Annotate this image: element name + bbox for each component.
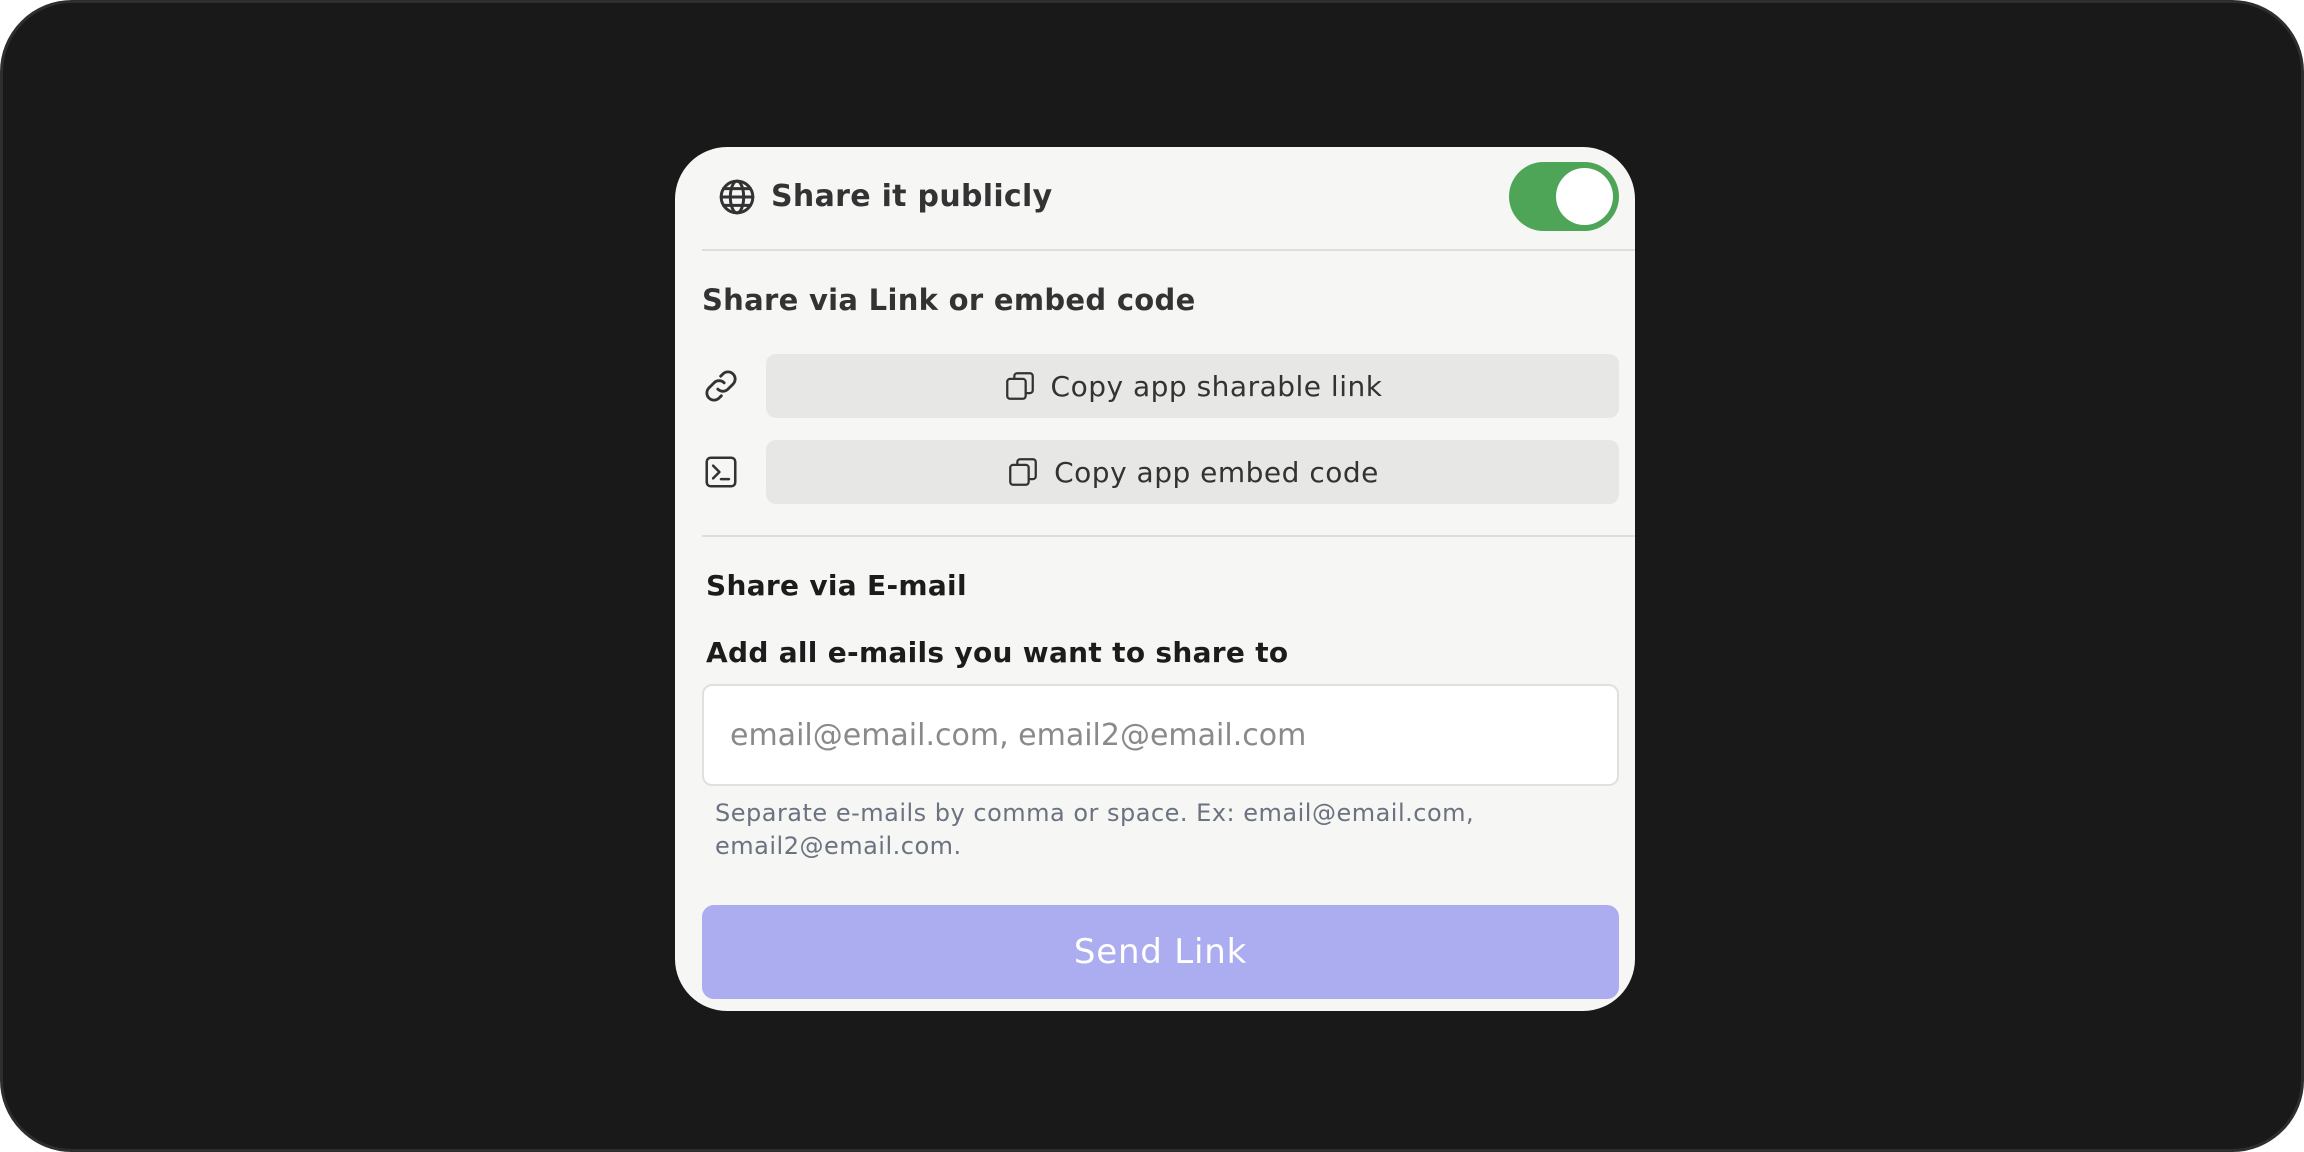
link-icon (705, 370, 737, 402)
share-publicly-label: Share it publicly (771, 179, 1053, 214)
terminal-icon (705, 456, 737, 488)
screen-frame: Share it publicly Share via Link or embe… (0, 0, 2304, 1152)
email-input-label: Add all e-mails you want to share to (706, 636, 1289, 669)
share-dialog: Share it publicly Share via Link or embe… (675, 147, 1635, 1011)
section-divider (702, 535, 1635, 537)
toggle-knob (1556, 168, 1613, 225)
copy-embed-button[interactable]: Copy app embed code (766, 440, 1619, 504)
email-helper-text: Separate e-mails by comma or space. Ex: … (715, 799, 1475, 860)
share-publicly-toggle[interactable] (1509, 162, 1619, 231)
copy-link-button[interactable]: Copy app sharable link (766, 354, 1619, 418)
copy-embed-label: Copy app embed code (1054, 455, 1379, 489)
email-section-title: Share via E-mail (706, 569, 967, 602)
globe-icon (719, 179, 755, 215)
header-divider (702, 249, 1635, 251)
send-link-button[interactable]: Send Link (702, 905, 1619, 999)
email-input[interactable] (702, 684, 1619, 786)
copy-icon (1009, 458, 1038, 486)
link-section-title: Share via Link or embed code (702, 283, 1196, 317)
copy-icon (1005, 372, 1034, 400)
copy-link-label: Copy app sharable link (1050, 369, 1383, 403)
